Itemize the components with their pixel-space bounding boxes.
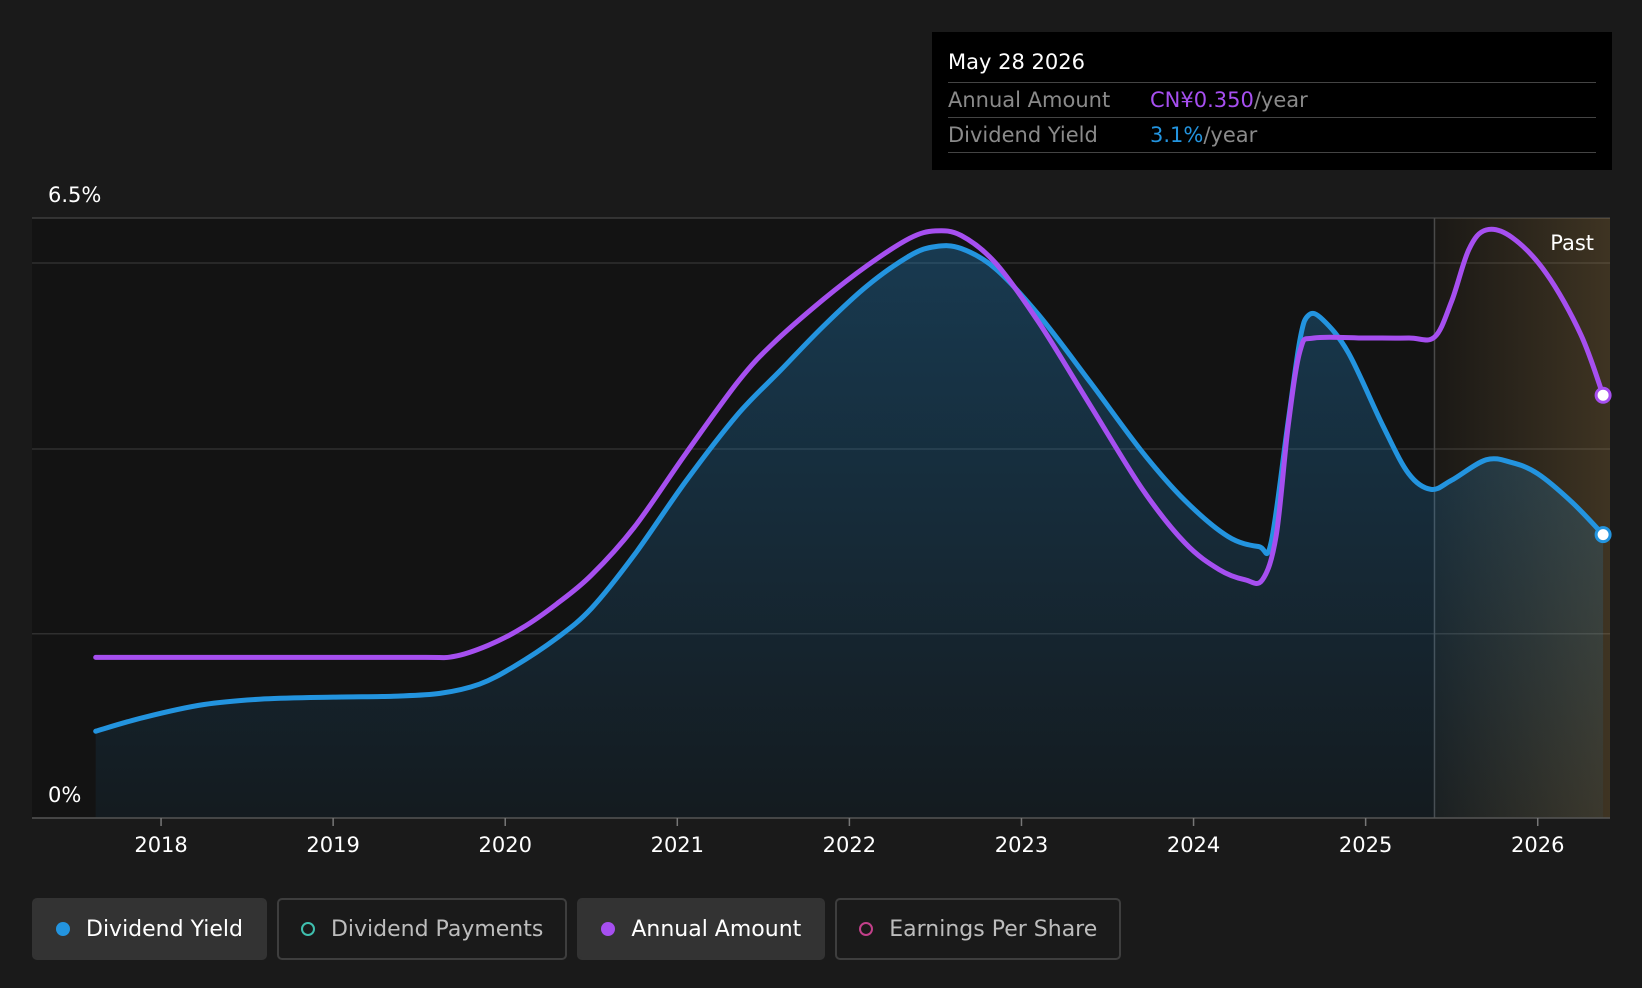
x-tick-label: 2026 bbox=[1511, 833, 1564, 857]
tooltip-row-annual-amount: Annual Amount CN¥0.350 /year bbox=[948, 83, 1596, 118]
y-top-label: 6.5% bbox=[48, 183, 101, 207]
legend-label: Annual Amount bbox=[631, 916, 802, 942]
legend-label: Dividend Payments bbox=[330, 916, 544, 942]
tooltip-value: 3.1% bbox=[1150, 123, 1204, 147]
chart-tooltip: May 28 2026 Annual Amount CN¥0.350 /year… bbox=[932, 32, 1612, 170]
legend-dividend-yield[interactable]: Dividend Yield bbox=[32, 898, 267, 960]
tooltip-value: CN¥0.350 bbox=[1150, 88, 1254, 112]
y-bottom-label: 0% bbox=[48, 783, 81, 807]
x-tick-label: 2024 bbox=[1167, 833, 1220, 857]
tooltip-label: Annual Amount bbox=[948, 88, 1111, 112]
tooltip-date: May 28 2026 bbox=[948, 46, 1596, 83]
legend-dot-icon bbox=[300, 922, 315, 936]
legend-annual-amount[interactable]: Annual Amount bbox=[577, 898, 826, 960]
tooltip-unit: /year bbox=[1203, 123, 1258, 147]
chart-legend: Dividend Yield Dividend Payments Annual … bbox=[32, 898, 1122, 960]
legend-dot-icon bbox=[859, 922, 874, 936]
legend-dot-icon bbox=[601, 922, 616, 936]
tooltip-unit: /year bbox=[1253, 88, 1308, 112]
x-tick-label: 2023 bbox=[995, 833, 1048, 857]
x-tick-label: 2018 bbox=[134, 833, 187, 857]
tooltip-row-dividend-yield: Dividend Yield 3.1% /year bbox=[948, 118, 1596, 153]
x-tick-label: 2019 bbox=[306, 833, 359, 857]
x-tick-label: 2020 bbox=[479, 833, 532, 857]
tooltip-label: Dividend Yield bbox=[948, 123, 1098, 147]
legend-earnings-per-share[interactable]: Earnings Per Share bbox=[835, 898, 1122, 960]
series-end-marker-annual-amount bbox=[1594, 386, 1612, 404]
x-axis-ticks: 2018 2019 2020 2021 2022 2023 2024 2025 2026 bbox=[134, 818, 1564, 857]
legend-label: Earnings Per Share bbox=[889, 916, 1098, 942]
series-end-marker-dividend-yield bbox=[1594, 526, 1612, 544]
legend-dot-icon bbox=[56, 922, 70, 936]
past-label: Past bbox=[1550, 231, 1594, 255]
x-tick-label: 2022 bbox=[823, 833, 876, 857]
legend-label: Dividend Yield bbox=[86, 916, 243, 942]
x-tick-label: 2021 bbox=[651, 833, 704, 857]
x-tick-label: 2025 bbox=[1339, 833, 1392, 857]
legend-dividend-payments[interactable]: Dividend Payments bbox=[276, 898, 568, 960]
